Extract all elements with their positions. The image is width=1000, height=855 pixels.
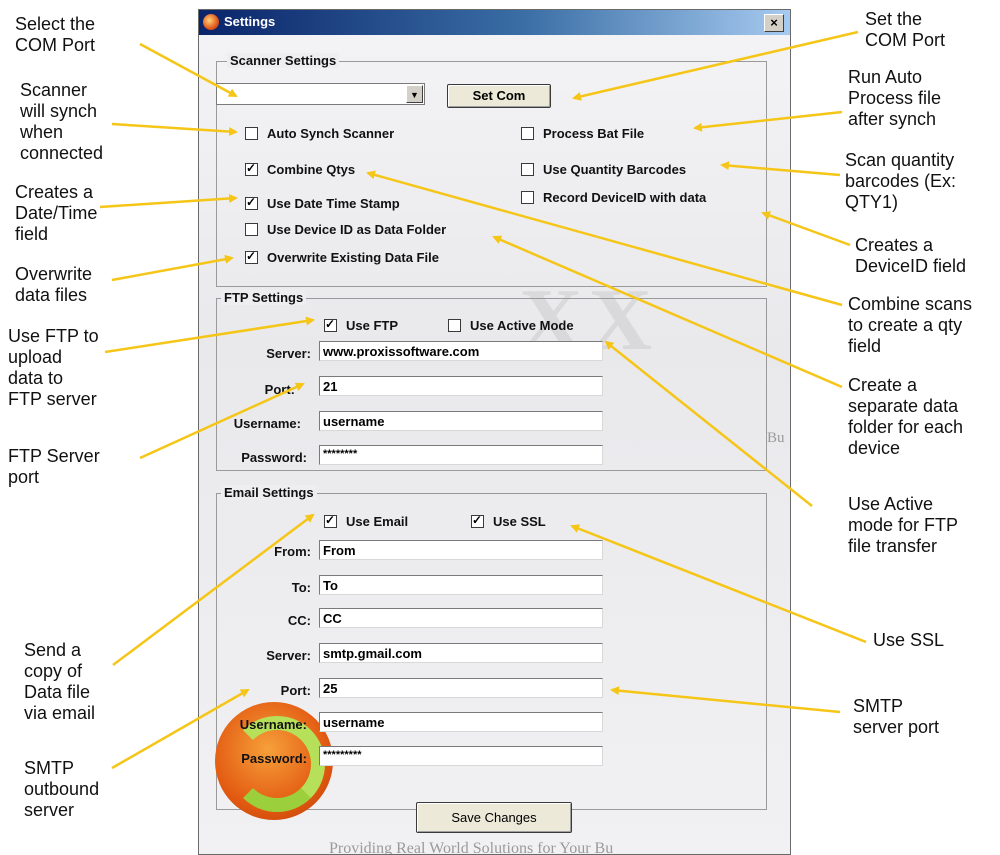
ftp-password-field[interactable]: ******** (319, 445, 603, 465)
checkbox-label: Process Bat File (543, 126, 645, 141)
annotation-set-com: Set the COM Port (865, 9, 946, 50)
checkbox-box[interactable] (245, 127, 258, 140)
ftp-port-label: Port: (264, 382, 295, 397)
checkbox-box[interactable] (245, 195, 258, 210)
checkbox-label: Use Date Time Stamp (267, 196, 400, 211)
email-port-field[interactable]: 25 (319, 678, 603, 698)
checkbox-box[interactable] (521, 191, 534, 204)
checkbox-label: Use SSL (493, 514, 546, 529)
scanner-settings-label: Scanner Settings (227, 53, 340, 68)
app-logo-icon (203, 14, 219, 30)
quantity-barcodes-checkbox[interactable]: Use Quantity Barcodes (521, 162, 686, 177)
save-changes-button[interactable]: Save Changes (416, 802, 572, 833)
email-to-label: To: (291, 580, 311, 595)
email-cc-label: CC: (287, 613, 311, 628)
annotation-date-time: Creates a Date/Time field (15, 182, 98, 244)
ftp-password-label: Password: (241, 450, 307, 465)
annotation-overwrite: Overwrite data files (15, 264, 93, 305)
annotation-use-ftp: Use FTP to upload data to FTP server (8, 326, 99, 409)
annotation-qty-barcodes: Scan quantity barcodes (Ex: QTY1) (845, 150, 957, 212)
title-bar: Settings × (199, 10, 790, 35)
email-server-label: Server: (266, 648, 311, 663)
annotation-active-mode: Use Active mode for FTP file transfer (848, 494, 959, 556)
checkbox-label: Combine Qtys (267, 162, 356, 177)
checkbox-box[interactable] (448, 319, 461, 332)
checkbox-label: Auto Synch Scanner (267, 126, 395, 141)
email-server-field[interactable]: smtp.gmail.com (319, 643, 603, 663)
checkbox-box[interactable] (245, 249, 258, 264)
annotation-smtp-port: SMTP server port (853, 696, 940, 737)
ftp-settings-label: FTP Settings (221, 290, 307, 305)
set-com-button[interactable]: Set Com (447, 84, 551, 108)
annotation-smtp-server: SMTP outbound server (24, 758, 100, 820)
process-bat-checkbox[interactable]: Process Bat File (521, 126, 644, 141)
annotation-combine-scans: Combine scans to create a qty field (848, 294, 973, 356)
checkbox-label: Record DeviceID with data (543, 190, 707, 205)
checkbox-box[interactable] (521, 127, 534, 140)
checkbox-box[interactable] (245, 223, 258, 236)
ftp-server-field[interactable]: www.proxissoftware.com (319, 341, 603, 361)
chevron-down-icon[interactable]: ▼ (406, 85, 423, 103)
record-device-id-checkbox[interactable]: Record DeviceID with data (521, 190, 706, 205)
ftp-server-label: Server: (266, 346, 311, 361)
annotation-device-id-field: Creates a DeviceID field (855, 235, 967, 276)
email-password-field[interactable]: ********* (319, 746, 603, 766)
use-ssl-checkbox[interactable]: Use SSL (471, 513, 546, 529)
annotation-ftp-port: FTP Server port (8, 446, 100, 487)
checkbox-label: Use FTP (346, 318, 399, 333)
ftp-port-field[interactable]: 21 (319, 376, 603, 396)
email-settings-label: Email Settings (221, 485, 317, 500)
date-time-stamp-checkbox[interactable]: Use Date Time Stamp (245, 195, 400, 211)
ftp-username-label: Username: (233, 416, 301, 431)
checkbox-box[interactable] (324, 317, 337, 332)
email-to-field[interactable]: To (319, 575, 603, 595)
checkbox-label: Use Active Mode (470, 318, 574, 333)
combine-qtys-checkbox[interactable]: Combine Qtys (245, 161, 356, 177)
close-button[interactable]: × (764, 14, 784, 32)
use-email-checkbox[interactable]: Use Email (324, 513, 409, 529)
email-from-field[interactable]: From (319, 540, 603, 560)
checkbox-box[interactable] (324, 513, 337, 528)
checkbox-box[interactable] (245, 161, 258, 176)
checkbox-box[interactable] (521, 163, 534, 176)
annotation-auto-synch: Scanner will synch when connected (20, 80, 104, 163)
email-port-label: Port: (280, 683, 311, 698)
email-from-label: From: (274, 544, 311, 559)
footer-tagline: Providing Real World Solutions for Your … (329, 840, 614, 855)
checkbox-label: Use Device ID as Data Folder (267, 222, 447, 237)
com-port-select[interactable]: ▼ (216, 83, 425, 105)
ftp-username-field[interactable]: username (319, 411, 603, 431)
annotation-process-bat: Run Auto Process file after synch (848, 67, 942, 129)
auto-synch-checkbox[interactable]: Auto Synch Scanner (245, 126, 394, 141)
settings-window: Settings × XX Bu Scanner Settings ▼ Set … (198, 9, 791, 855)
email-username-field[interactable]: username (319, 712, 603, 732)
email-username-label: Username: (239, 717, 307, 732)
device-id-folder-checkbox[interactable]: Use Device ID as Data Folder (245, 222, 446, 237)
annotation-select-com-port: Select the COM Port (15, 14, 96, 55)
checkbox-label: Use Quantity Barcodes (543, 162, 687, 177)
annotation-separate-folder: Create a separate data folder for each d… (848, 375, 964, 458)
checkbox-label: Overwrite Existing Data File (267, 250, 439, 265)
annotation-send-email: Send a copy of Data file via email (24, 640, 96, 723)
overwrite-data-checkbox[interactable]: Overwrite Existing Data File (245, 249, 439, 265)
background-text-bu: Bu (767, 430, 785, 446)
window-title: Settings (224, 14, 276, 29)
email-password-label: Password: (241, 751, 307, 766)
checkbox-label: Use Email (346, 514, 409, 529)
use-ftp-checkbox[interactable]: Use FTP (324, 317, 399, 333)
annotation-use-ssl: Use SSL (873, 630, 945, 650)
email-cc-field[interactable]: CC (319, 608, 603, 628)
checkbox-box[interactable] (471, 513, 484, 528)
use-active-mode-checkbox[interactable]: Use Active Mode (448, 318, 574, 333)
